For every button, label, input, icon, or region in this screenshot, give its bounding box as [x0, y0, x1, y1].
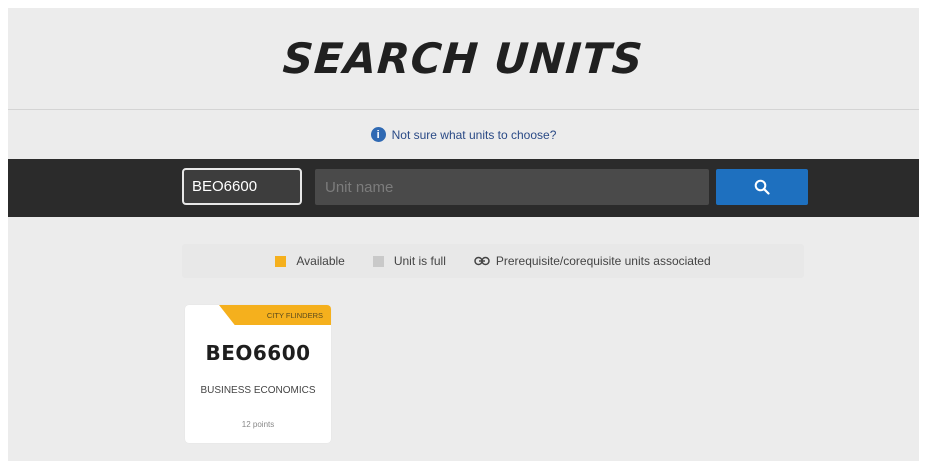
unit-points: 12 points: [241, 420, 275, 429]
unit-card[interactable]: CITY FLINDERS BEO6600 BUSINESS ECONOMICS…: [185, 305, 331, 443]
unit-code-input[interactable]: [182, 168, 302, 205]
page-header: SEARCH UNITS: [8, 8, 919, 110]
search-icon: [754, 179, 770, 195]
search-bar: [8, 159, 919, 217]
unit-name-input[interactable]: [315, 169, 709, 205]
campus-tag: CITY FLINDERS: [219, 305, 331, 325]
legend-available: Available: [275, 254, 345, 268]
page-title: SEARCH UNITS: [281, 34, 646, 83]
legend-full-label: Unit is full: [393, 254, 446, 268]
full-swatch: [372, 255, 384, 267]
info-icon[interactable]: i: [370, 127, 386, 142]
search-button[interactable]: [716, 169, 808, 205]
help-row: i Not sure what units to choose?: [8, 110, 919, 159]
legend: Available Unit is full Prerequisite/core…: [182, 244, 804, 278]
unit-name: BUSINESS ECONOMICS: [200, 385, 316, 396]
help-link[interactable]: Not sure what units to choose?: [392, 128, 557, 142]
page-frame: SEARCH UNITS i Not sure what units to ch…: [8, 8, 919, 461]
legend-prereq: Prerequisite/corequisite units associate…: [474, 254, 711, 268]
legend-full: Unit is full: [372, 254, 446, 268]
available-swatch: [275, 255, 287, 267]
unit-code: BEO6600: [205, 341, 311, 365]
legend-prereq-label: Prerequisite/corequisite units associate…: [495, 254, 711, 268]
legend-available-label: Available: [296, 254, 345, 268]
link-icon: [474, 256, 490, 266]
